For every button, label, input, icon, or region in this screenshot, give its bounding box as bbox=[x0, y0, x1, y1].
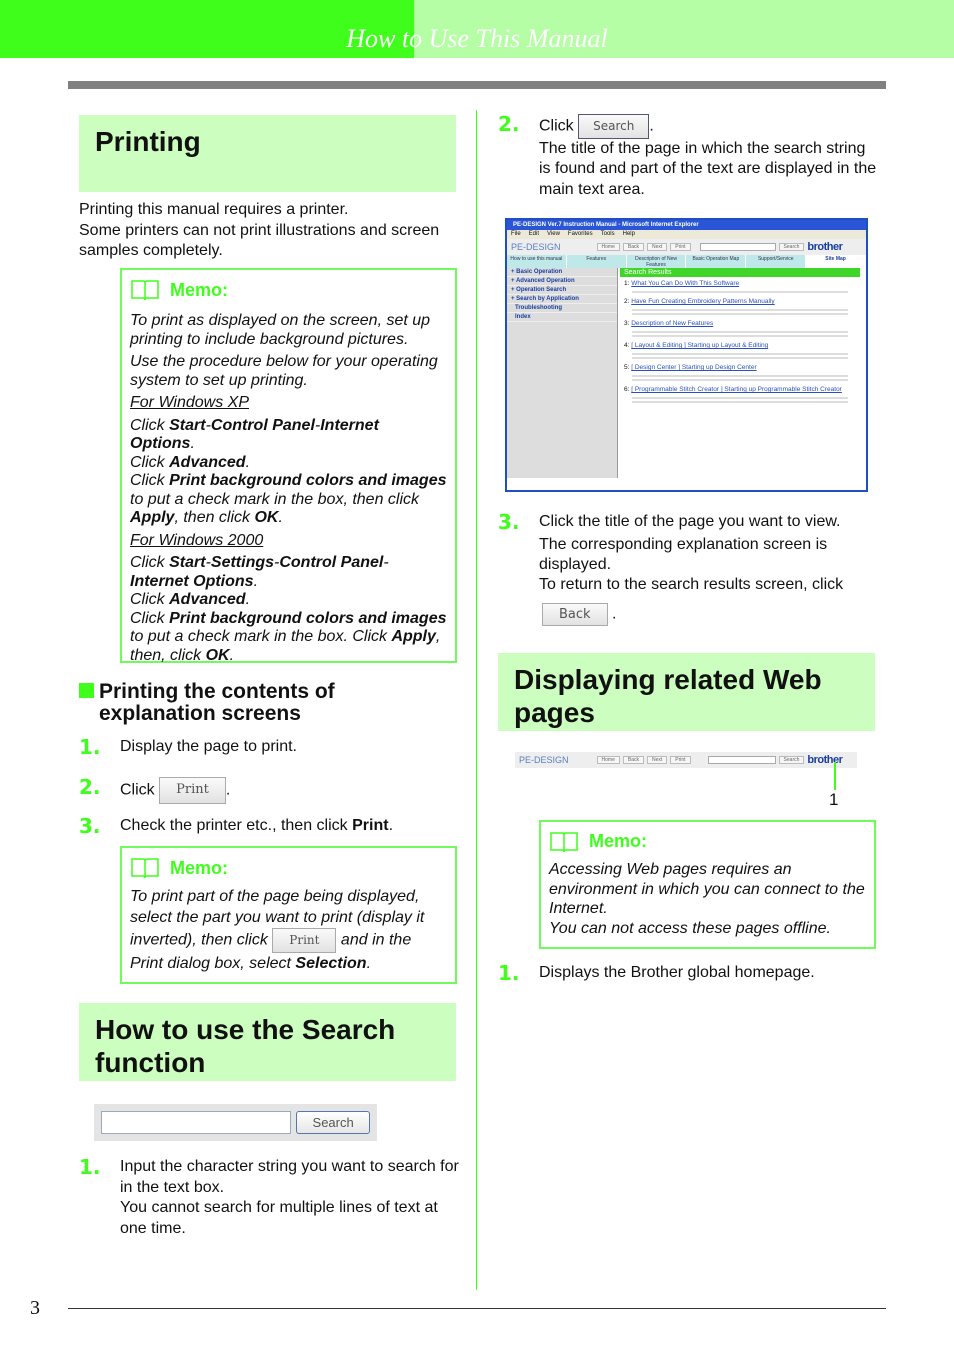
result-item: 3: Description of New Features bbox=[620, 317, 860, 337]
step-2: 2. Click Search. The title of the page in … bbox=[498, 112, 877, 198]
sidebar-item[interactable]: + Advanced Operation bbox=[507, 277, 617, 286]
print-button[interactable]: Print bbox=[272, 928, 337, 953]
tab[interactable]: Site Map bbox=[806, 255, 866, 268]
intro-line: Some printers can not print illustration… bbox=[79, 221, 440, 260]
sidebar-item[interactable]: + Operation Search bbox=[507, 286, 617, 295]
manual-tabs: How to use this manual Features Descriptio… bbox=[507, 255, 866, 268]
result-item: 4: [ Layout & Editing ] Starting up Layo… bbox=[620, 339, 860, 359]
step-3: 3. Check the printer etc., then click Pri… bbox=[79, 814, 394, 838]
memo-box: Memo: To print as displayed on the scree… bbox=[120, 268, 457, 664]
header-title: How to Use This Manual bbox=[346, 24, 608, 53]
footer-line bbox=[68, 1308, 886, 1309]
sidebar-item[interactable]: + Basic Operation bbox=[507, 268, 617, 277]
back-button[interactable]: Back bbox=[622, 756, 644, 764]
step-1: 1. Display the page to print. bbox=[79, 735, 297, 759]
search-button[interactable]: Search bbox=[296, 1111, 370, 1134]
search-results: Search Results 1: What You Can Do With T… bbox=[620, 268, 866, 403]
results-header: Search Results bbox=[620, 268, 860, 277]
tab[interactable]: Support/Service bbox=[746, 255, 807, 268]
toolbar-sample: PE-DESIGN Home Back Next Print Search brother bbox=[515, 752, 857, 768]
callout-line bbox=[834, 762, 836, 790]
memo-box: Memo: To print part of the page being di… bbox=[120, 846, 457, 984]
tab[interactable]: Basic Operation Map bbox=[686, 255, 747, 268]
printing-intro: Printing this manual requires a printer.… bbox=[79, 200, 459, 262]
sidebar-item[interactable]: Index bbox=[507, 313, 617, 322]
pe-design-logo: PE-DESIGN bbox=[519, 755, 569, 765]
result-item: 5: [ Design Center ] Starting up Design … bbox=[620, 361, 860, 381]
tab[interactable]: How to use this manual bbox=[507, 255, 567, 268]
search-input[interactable] bbox=[101, 1111, 292, 1134]
print-button[interactable]: Print bbox=[670, 756, 691, 764]
result-item: 2: Have Fun Creating Embroidery Patterns… bbox=[620, 295, 860, 315]
memo-label: Memo: bbox=[170, 279, 228, 300]
result-link[interactable]: Description of New Features bbox=[631, 320, 713, 327]
os-heading: For Windows XP bbox=[130, 394, 249, 411]
column-divider bbox=[476, 110, 477, 1290]
result-link[interactable]: [ Programmable Stitch Creator ] Starting… bbox=[631, 386, 842, 393]
intro-line: Printing this manual requires a printer. bbox=[79, 201, 349, 218]
heading-text: Printing bbox=[95, 126, 201, 157]
browser-title-bar: PE-DESIGN Ver.7 Instruction Manual - Mic… bbox=[507, 220, 866, 230]
sidebar-item[interactable]: Troubleshooting bbox=[507, 304, 617, 313]
browser-menu: File Edit View Favorites Tools Help bbox=[507, 230, 866, 239]
step-2: 2. Click Print. bbox=[79, 777, 459, 804]
next-button[interactable]: Next bbox=[646, 243, 668, 251]
result-link[interactable]: [ Layout & Editing ] Starting up Layout … bbox=[631, 342, 768, 349]
search-input[interactable] bbox=[707, 756, 776, 764]
book-icon bbox=[131, 280, 159, 301]
page-number: 3 bbox=[30, 1297, 40, 1319]
square-bullet-icon bbox=[79, 683, 94, 698]
search-input[interactable] bbox=[699, 243, 776, 251]
result-link[interactable]: What You Can Do With This Software bbox=[631, 280, 739, 287]
search-button[interactable]: Search bbox=[778, 243, 805, 251]
manual-toolbar: PE-DESIGN Home Back Next Print Search brother bbox=[507, 239, 866, 255]
result-item: 1: What You Can Do With This Software bbox=[620, 277, 860, 293]
tab[interactable]: Features bbox=[567, 255, 627, 268]
back-button[interactable]: Back bbox=[542, 603, 608, 626]
tab[interactable]: Description of New Features bbox=[627, 255, 687, 268]
pe-design-logo: PE-DESIGN bbox=[511, 242, 561, 252]
section-heading-printing: Printing bbox=[79, 115, 456, 192]
book-icon bbox=[131, 858, 159, 879]
result-item: 6: [ Programmable Stitch Creator ] Start… bbox=[620, 383, 860, 403]
manual-sidebar: + Basic Operation + Advanced Operation + O… bbox=[507, 268, 618, 478]
browser-screenshot: PE-DESIGN Ver.7 Instruction Manual - Mic… bbox=[505, 218, 868, 492]
callout-number: 1 bbox=[829, 790, 839, 809]
search-bar-sample: Search bbox=[94, 1104, 377, 1141]
section-heading-search: How to use the Search function bbox=[79, 1003, 456, 1081]
search-button[interactable]: Search bbox=[578, 114, 650, 139]
result-link[interactable]: [ Design Center ] Starting up Design Cen… bbox=[631, 364, 756, 371]
result-link[interactable]: Have Fun Creating Embroidery Patterns Ma… bbox=[631, 298, 774, 305]
divider-bar bbox=[68, 81, 886, 89]
memo-text: You can not access these pages offline. bbox=[549, 919, 831, 937]
memo-text: To print as displayed on the screen, set… bbox=[130, 312, 431, 348]
back-button-sample: Back . bbox=[542, 603, 616, 626]
brother-logo[interactable]: brother bbox=[807, 241, 843, 253]
memo-text: Use the procedure below for your operati… bbox=[130, 353, 438, 389]
section-heading-related: Displaying related Web pages bbox=[498, 653, 875, 731]
back-button[interactable]: Back bbox=[622, 243, 644, 251]
book-icon bbox=[550, 832, 578, 853]
memo-box: Memo: Accessing Web pages requires an en… bbox=[539, 820, 876, 949]
step-1: 1. Input the character string you want to… bbox=[79, 1155, 459, 1237]
search-button[interactable]: Search bbox=[778, 756, 805, 764]
brother-logo[interactable]: brother bbox=[807, 754, 843, 766]
home-button[interactable]: Home bbox=[596, 756, 620, 764]
subheading-print-contents: Printing the contents of explanation scre… bbox=[79, 681, 459, 725]
os-heading: For Windows 2000 bbox=[130, 531, 264, 549]
step-3: 3. Click the title of the page you want t… bbox=[498, 510, 844, 593]
home-button[interactable]: Home bbox=[596, 243, 620, 251]
print-button[interactable]: Print bbox=[670, 243, 691, 251]
memo-text: Accessing Web pages requires an environm… bbox=[549, 861, 865, 917]
print-button[interactable]: Print bbox=[159, 777, 226, 804]
next-button[interactable]: Next bbox=[646, 756, 668, 764]
sidebar-item[interactable]: + Search by Application bbox=[507, 295, 617, 304]
step-1: 1. Displays the Brother global homepage. bbox=[498, 961, 815, 985]
